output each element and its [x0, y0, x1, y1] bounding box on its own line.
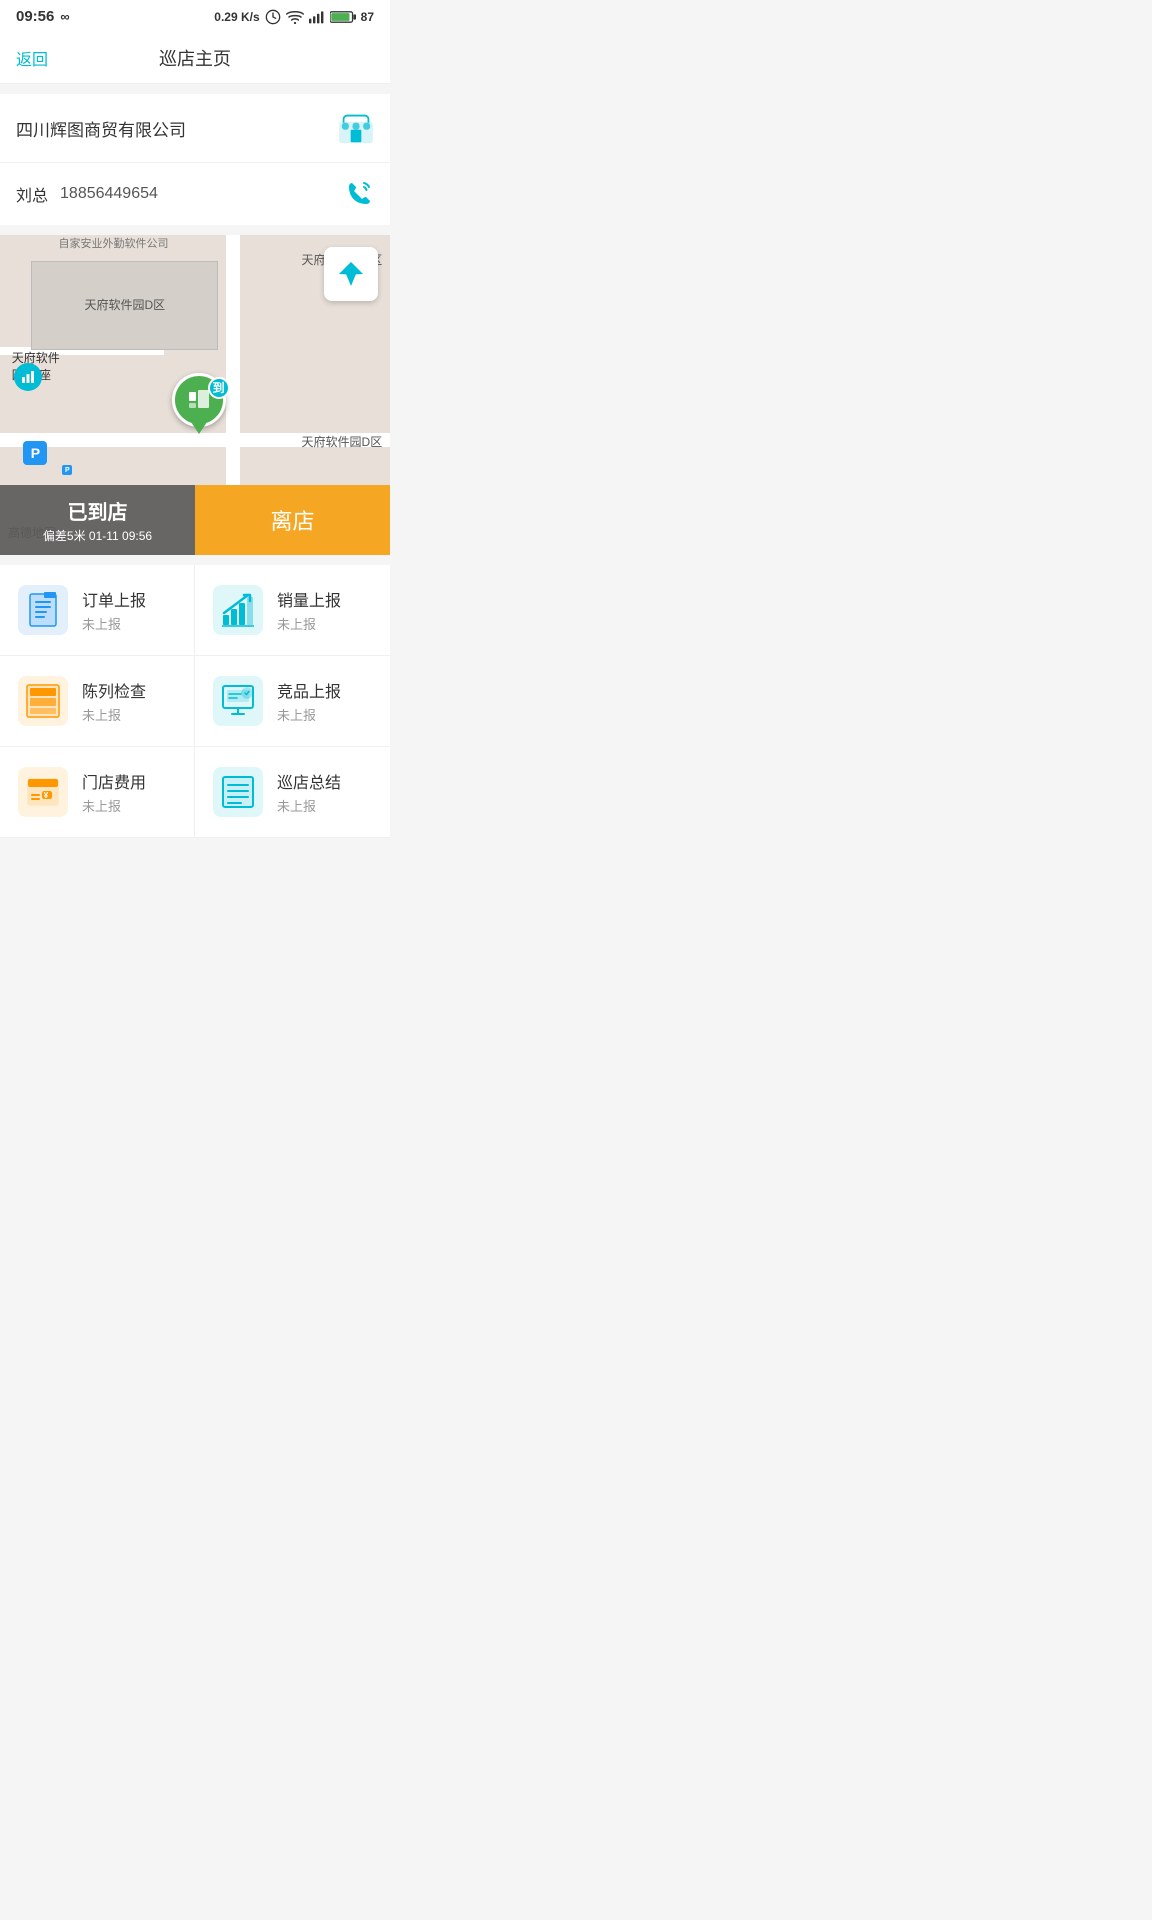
- sales-text: 销量上报 未上报: [277, 587, 341, 633]
- parking-icon: P: [23, 441, 47, 465]
- summary-name: 巡店总结: [277, 769, 341, 793]
- location-pin: 到: [172, 373, 226, 427]
- summary-icon: [213, 767, 263, 817]
- status-right: 0.29 K/s 87: [214, 9, 374, 25]
- battery-icon: [330, 10, 356, 24]
- feature-item-competitor[interactable]: 竞品上报 未上报: [195, 656, 390, 747]
- display-status: 未上报: [82, 705, 146, 724]
- feature-item-summary[interactable]: 巡店总结 未上报: [195, 747, 390, 838]
- building-label: 天府软件园D区: [84, 297, 165, 314]
- map-section: 自家安业外勤软件公司 天府软件园D区 天府软件园D2座 天府软件园D区 天府软件…: [0, 235, 390, 555]
- arrived-badge: 到: [208, 377, 230, 399]
- feature-item-sales[interactable]: 销量上报 未上报: [195, 565, 390, 656]
- order-text: 订单上报 未上报: [82, 587, 146, 633]
- wifi-icon: [286, 10, 304, 24]
- expense-name: 门店费用: [82, 769, 146, 793]
- sales-status: 未上报: [277, 614, 341, 633]
- display-text: 陈列检查 未上报: [82, 678, 146, 724]
- arrived-sub-label: 偏差5米 01-11 09:56: [43, 527, 152, 544]
- map-label-right-bottom: 天府软件园D区: [302, 433, 383, 450]
- navigate-button[interactable]: [324, 247, 378, 301]
- order-status: 未上报: [82, 614, 146, 633]
- battery-level: 87: [361, 10, 374, 24]
- contact-phone: 18856449654: [60, 185, 158, 203]
- signal-icon: [309, 10, 325, 24]
- status-time: 09:56: [16, 8, 54, 25]
- store-info-section: 四川辉图商贸有限公司 刘总 18856449654: [0, 94, 390, 225]
- expense-status: 未上报: [82, 796, 146, 815]
- phone-call-icon[interactable]: [344, 179, 374, 209]
- page-title: 巡店主页: [159, 45, 231, 71]
- map-background: 自家安业外勤软件公司 天府软件园D区 天府软件园D2座 天府软件园D区 天府软件…: [0, 235, 390, 555]
- feature-grid: 订单上报 未上报 销量上报 未上报: [0, 565, 390, 838]
- contact-name: 刘总: [16, 182, 48, 206]
- competitor-icon: [213, 676, 263, 726]
- map-actions: 已到店 偏差5米 01-11 09:56 离店: [0, 485, 390, 555]
- status-infinity-icon: ∞: [60, 9, 69, 24]
- building-d2-row: 天府软件园D2座: [12, 350, 60, 384]
- status-left: 09:56 ∞: [16, 8, 70, 25]
- expense-text: 门店费用 未上报: [82, 769, 146, 815]
- store-name: 四川辉图商贸有限公司: [16, 116, 186, 141]
- back-button[interactable]: 返回: [16, 46, 48, 70]
- contact-info: 刘总 18856449654: [16, 182, 158, 206]
- summary-text: 巡店总结 未上报: [277, 769, 341, 815]
- feature-item-expense[interactable]: ¥ 门店费用 未上报: [0, 747, 195, 838]
- display-name: 陈列检查: [82, 678, 146, 702]
- network-speed: 0.29 K/s: [214, 10, 259, 24]
- order-name: 订单上报: [82, 587, 146, 611]
- parking-icon-small: P: [62, 465, 72, 475]
- feature-item-order[interactable]: 订单上报 未上报: [0, 565, 195, 656]
- sales-name: 销量上报: [277, 587, 341, 611]
- expense-icon: ¥: [18, 767, 68, 817]
- map-label-top: 自家安业外勤软件公司: [59, 235, 169, 251]
- svg-text:¥: ¥: [44, 791, 49, 800]
- store-icon: [338, 112, 374, 144]
- building-d2-icon: [14, 363, 42, 391]
- summary-status: 未上报: [277, 796, 341, 815]
- leave-button[interactable]: 离店: [195, 485, 390, 555]
- nav-bar: 返回 巡店主页: [0, 33, 390, 84]
- arrived-main-label: 已到店: [68, 496, 128, 525]
- building-software-park: 天府软件园D区: [31, 261, 218, 351]
- order-icon: [18, 585, 68, 635]
- display-icon: [18, 676, 68, 726]
- contact-row: 刘总 18856449654: [0, 163, 390, 225]
- store-name-row: 四川辉图商贸有限公司: [0, 94, 390, 163]
- clock-icon: [265, 9, 281, 25]
- sales-icon: [213, 585, 263, 635]
- feature-item-display[interactable]: 陈列检查 未上报: [0, 656, 195, 747]
- competitor-name: 竞品上报: [277, 678, 341, 702]
- competitor-status: 未上报: [277, 705, 341, 724]
- status-bar: 09:56 ∞ 0.29 K/s 87: [0, 0, 390, 33]
- arrived-button[interactable]: 已到店 偏差5米 01-11 09:56: [0, 485, 195, 555]
- leave-label: 离店: [270, 504, 314, 536]
- competitor-text: 竞品上报 未上报: [277, 678, 341, 724]
